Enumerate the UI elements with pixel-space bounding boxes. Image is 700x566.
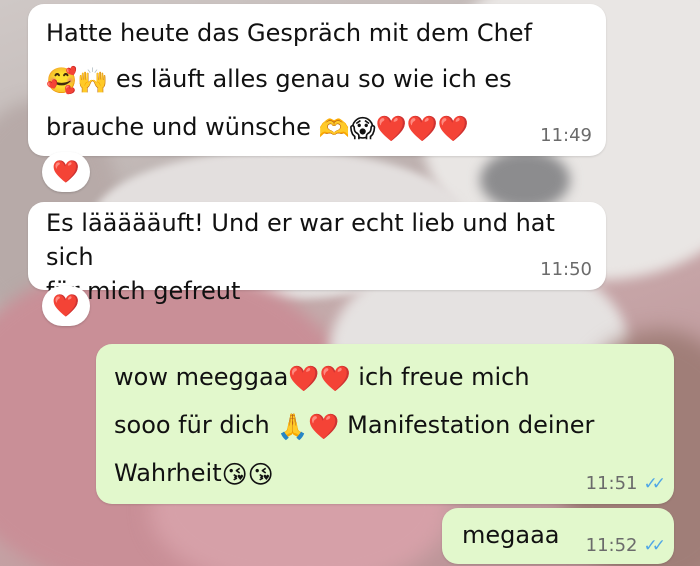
- message-timestamp: 11:49: [540, 125, 592, 146]
- heart-icon: ❤️: [52, 293, 80, 319]
- message-timestamp: 11:50: [540, 259, 592, 280]
- message-line: Hatte heute das Gespräch mit dem Chef: [46, 19, 533, 47]
- incoming-message-2[interactable]: Es läääääuft! Und er war echt lieb und h…: [28, 202, 606, 305]
- heart-icon: ❤️: [52, 159, 80, 185]
- reaction-heart-badge[interactable]: ❤️: [42, 286, 90, 326]
- outgoing-message-2[interactable]: megaaa 11:52 ✓✓: [442, 508, 674, 564]
- heart-emojis: ❤️❤️: [288, 364, 351, 393]
- double-check-icon: ✓✓: [643, 536, 666, 556]
- message-timestamp: 11:51 ✓✓: [585, 473, 666, 495]
- reaction-heart-badge[interactable]: ❤️: [42, 152, 90, 192]
- outgoing-message-1[interactable]: wow meeggaa❤️❤️ ich freue mich sooo für …: [96, 344, 674, 504]
- kiss-emojis: 😘😘: [221, 460, 274, 489]
- message-line: Wahrheit😘😘: [114, 459, 274, 489]
- folded-hands-heart-emojis: 🙏❤️: [277, 412, 340, 441]
- smiling-face-with-hearts-emoji: 🥰🙌: [46, 66, 109, 95]
- message-line: 🥰🙌 es läuft alles genau so wie ich es: [46, 65, 512, 95]
- heart-emojis: 🫶😱❤️❤️❤️: [318, 114, 470, 143]
- message-timestamp: 11:52 ✓✓: [585, 535, 666, 557]
- incoming-message-1[interactable]: Hatte heute das Gespräch mit dem Chef 🥰🙌…: [28, 4, 606, 156]
- double-check-icon: ✓✓: [643, 474, 666, 494]
- message-line: für mich gefreut: [46, 277, 241, 305]
- message-line: wow meeggaa❤️❤️ ich freue mich: [114, 363, 530, 393]
- message-line: brauche und wünsche 🫶😱❤️❤️❤️: [46, 113, 470, 143]
- message-line: sooo für dich 🙏❤️ Manifestation deiner: [114, 411, 595, 441]
- message-line: Es läääääuft! Und er war echt lieb und h…: [46, 209, 555, 271]
